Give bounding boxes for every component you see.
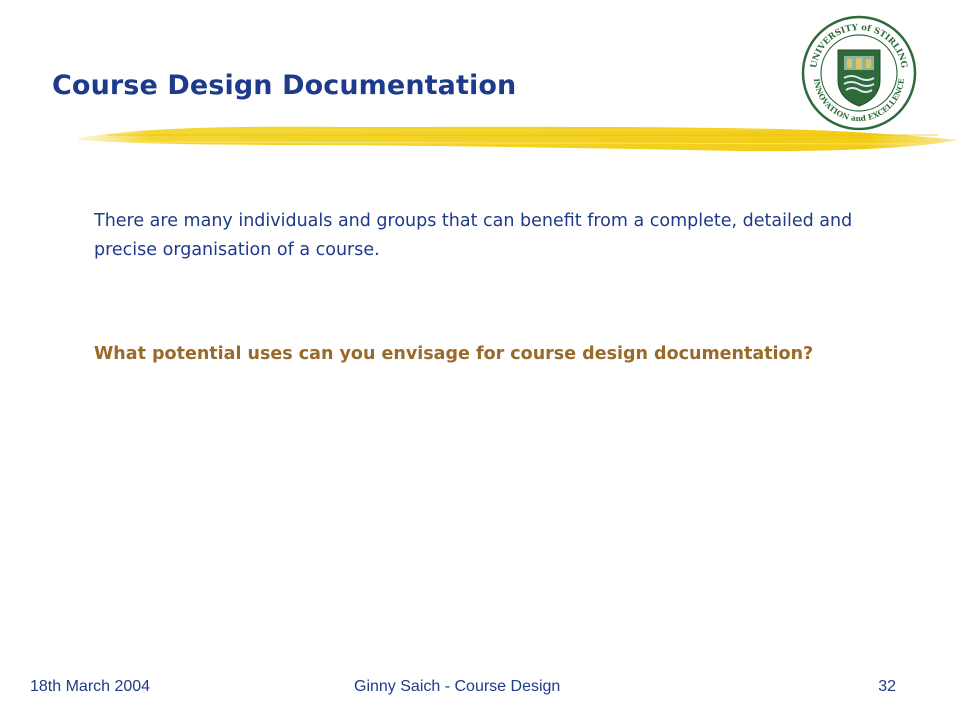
university-crest-logo: UNIVERSITY of STIRLING INNOVATION and EX…: [801, 15, 917, 131]
slide-title: Course Design Documentation: [52, 70, 517, 101]
discussion-question: What potential uses can you envisage for…: [94, 344, 814, 364]
footer-presenter-course: Ginny Saich - Course Design: [354, 678, 561, 695]
slide: Course Design Documentation UNIVERSITY o…: [0, 0, 960, 720]
footer-date: 18th March 2004: [30, 678, 151, 695]
body-paragraph: There are many individuals and groups th…: [94, 211, 853, 260]
footer-page-number: 32: [878, 678, 896, 695]
